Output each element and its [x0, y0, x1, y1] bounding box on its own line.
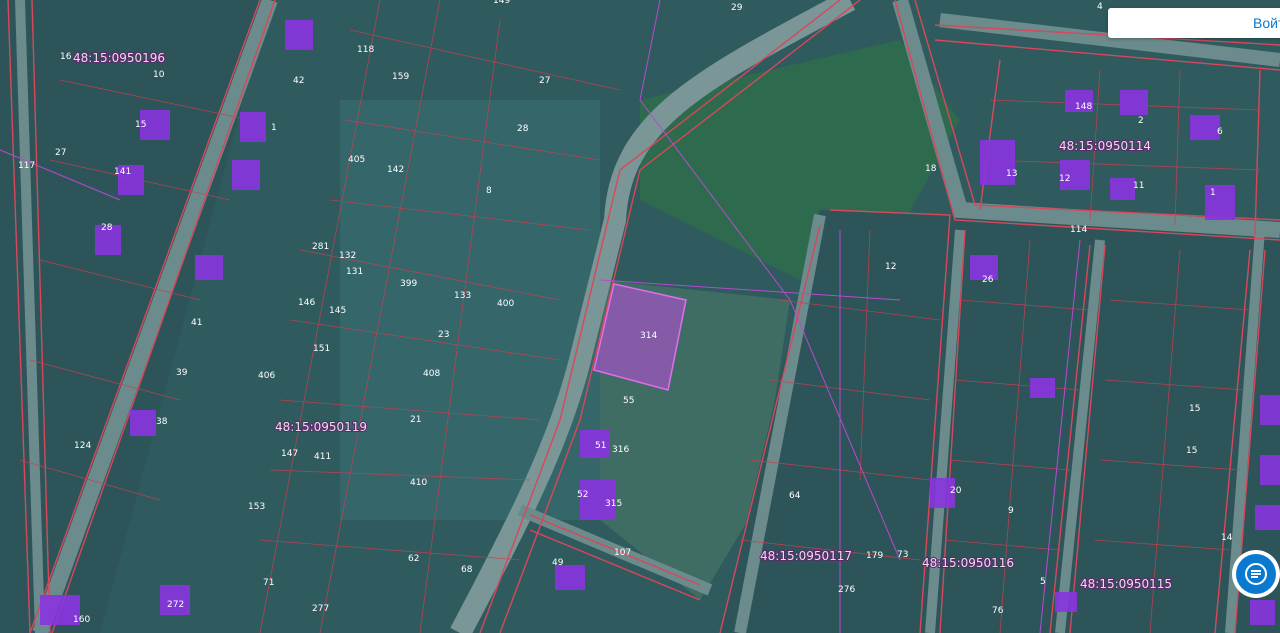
parcel-label: 160 — [73, 615, 90, 625]
parcel-label: 14 — [1221, 533, 1233, 543]
parcel-label: 272 — [167, 600, 184, 610]
parcel-label: 9 — [1008, 506, 1014, 516]
quarter-label: 48:15:0950114 — [1059, 139, 1151, 153]
parcel-label: 406 — [258, 371, 275, 381]
parcel-label: 141 — [114, 167, 131, 177]
parcel-label: 23 — [438, 330, 449, 340]
parcel-label: 62 — [408, 554, 419, 564]
parcel-label: 145 — [329, 306, 346, 316]
parcel-label: 277 — [312, 604, 329, 614]
parcel-label: 16 — [60, 52, 72, 62]
parcel-label: 405 — [348, 155, 365, 165]
parcel-label: 13 — [1006, 169, 1017, 179]
parcel-label: 133 — [454, 291, 471, 301]
parcel-label: 27 — [539, 76, 550, 86]
chat-button[interactable] — [1232, 550, 1280, 598]
parcel-label: 276 — [838, 585, 855, 595]
parcel-label: 6 — [1217, 127, 1223, 137]
parcel-label: 124 — [74, 441, 91, 451]
chat-icon — [1245, 563, 1267, 585]
parcel-label: 29 — [731, 3, 743, 13]
parcel-label: 132 — [339, 251, 356, 261]
parcel-label: 1 — [1210, 188, 1216, 198]
parcel-label: 28 — [517, 124, 529, 134]
quarter-label: 48:15:0950116 — [922, 556, 1014, 570]
parcel-label: 12 — [1059, 174, 1070, 184]
parcel-label: 27 — [55, 148, 66, 158]
parcel-label: 1 — [271, 123, 277, 133]
parcel-label: 147 — [281, 449, 298, 459]
parcel-label: 55 — [623, 396, 634, 406]
cadastral-map[interactable]: 14929 4118159101642 27148211540514228 61172… — [0, 0, 1280, 633]
parcel-label: 41 — [191, 318, 202, 328]
parcel-label: 117 — [18, 161, 35, 171]
parcel-label: 15 — [1189, 404, 1200, 414]
parcel-label: 399 — [400, 279, 417, 289]
field-area — [340, 100, 600, 520]
parcel-label: 410 — [410, 478, 427, 488]
parcel-label: 42 — [293, 76, 304, 86]
parcel-label: 151 — [313, 344, 330, 354]
parcel-label: 26 — [982, 275, 994, 285]
parcel-label: 107 — [614, 548, 631, 558]
parcel-label: 64 — [789, 491, 801, 501]
parcel-label: 12 — [885, 262, 896, 272]
parcel-label: 18 — [925, 164, 937, 174]
parcel-label: 52 — [577, 490, 588, 500]
quarter-label: 48:15:0950115 — [1080, 577, 1172, 591]
parcel-label: 4 — [1097, 2, 1103, 12]
parcel-label: 2 — [1138, 116, 1144, 126]
parcel-label: 28 — [101, 223, 113, 233]
parcel-label: 314 — [640, 331, 657, 341]
parcel-label: 51 — [595, 441, 606, 451]
parcel-label: 408 — [423, 369, 440, 379]
parcel-label: 148 — [1075, 102, 1092, 112]
parcel-label: 316 — [612, 445, 629, 455]
parcel-label: 10 — [153, 70, 165, 80]
quarter-label: 48:15:0950117 — [760, 549, 852, 563]
parcel-label: 114 — [1070, 225, 1087, 235]
parcel-label: 159 — [392, 72, 409, 82]
parcel-label: 315 — [605, 499, 622, 509]
parcel-label: 131 — [346, 267, 363, 277]
parcel-label: 142 — [387, 165, 404, 175]
parcel-label: 8 — [486, 186, 492, 196]
parcel-label: 179 — [866, 551, 883, 561]
parcel-label: 281 — [312, 242, 329, 252]
quarter-label: 48:15:0950196 — [73, 51, 165, 65]
parcel-label: 11 — [1133, 181, 1144, 191]
parcel-label: 68 — [461, 565, 473, 575]
parcel-label: 118 — [357, 45, 374, 55]
parcel-label: 20 — [950, 486, 962, 496]
parcel-label: 38 — [156, 417, 168, 427]
parcel-label: 149 — [493, 0, 510, 6]
parcel-label: 71 — [263, 578, 274, 588]
parcel-label: 73 — [897, 550, 908, 560]
quarter-label: 48:15:0950119 — [275, 420, 367, 434]
parcel-label: 400 — [497, 299, 514, 309]
parcel-label: 5 — [1040, 577, 1046, 587]
parcel-label: 153 — [248, 502, 265, 512]
parcel-label: 15 — [1186, 446, 1197, 456]
parcel-label: 15 — [135, 120, 146, 130]
parcel-label: 146 — [298, 298, 315, 308]
parcel-label: 21 — [410, 415, 421, 425]
parcel-label: 411 — [314, 452, 331, 462]
parcel-label: 39 — [176, 368, 188, 378]
login-button[interactable]: Войти — [1108, 8, 1280, 38]
parcel-label: 76 — [992, 606, 1004, 616]
parcel-label: 49 — [552, 558, 564, 568]
